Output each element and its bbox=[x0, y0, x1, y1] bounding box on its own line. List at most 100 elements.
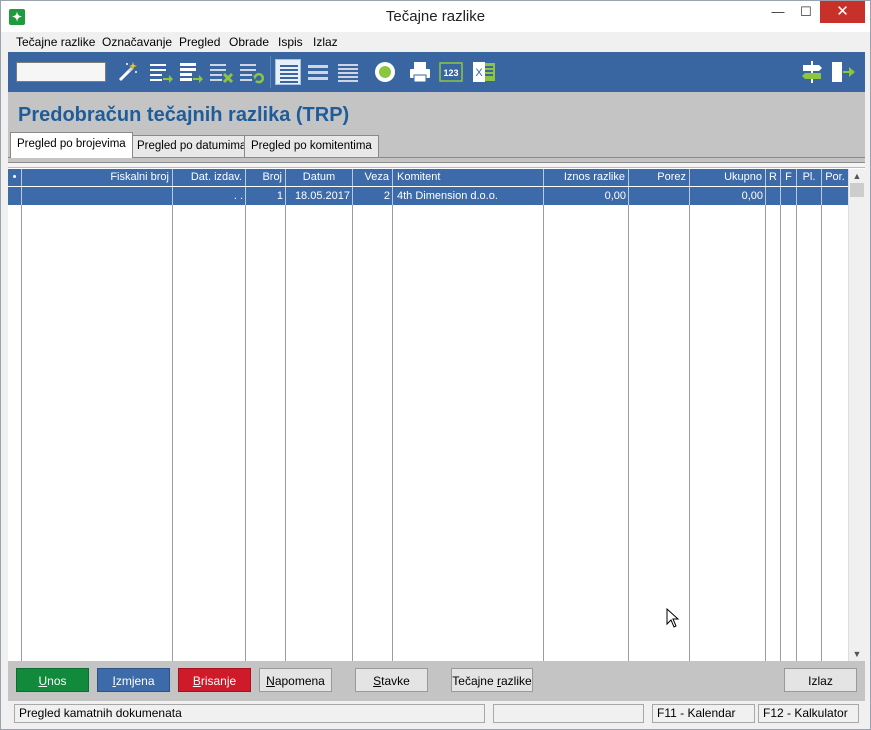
unos-label: nos bbox=[47, 674, 67, 688]
status-message: Pregled kamatnih dokumenata bbox=[14, 704, 485, 723]
tecajne-label-pre: Tečajne bbox=[452, 674, 497, 688]
cell-r bbox=[766, 187, 781, 205]
cell-komitent: 4th Dimension d.o.o. bbox=[393, 187, 544, 205]
data-grid: • Fiskalni broj Dat. izdav. Broj Datum V… bbox=[8, 162, 865, 661]
izlaz-button[interactable]: Izlaz bbox=[784, 668, 857, 692]
menu-ispis[interactable]: Ispis bbox=[278, 35, 303, 49]
table-row[interactable]: . . 1 18.05.2017 2 4th Dimension d.o.o. … bbox=[8, 187, 848, 205]
numbers-123-icon[interactable]: 123 bbox=[438, 59, 464, 85]
grid-header: • Fiskalni broj Dat. izdav. Broj Datum V… bbox=[8, 169, 848, 186]
column-divider bbox=[780, 205, 781, 661]
printer-icon[interactable] bbox=[407, 59, 433, 85]
cell-por bbox=[822, 187, 848, 205]
view-list-selected-icon[interactable] bbox=[275, 59, 301, 85]
unos-hotkey: U bbox=[38, 674, 48, 688]
tab-pregled-po-brojevima[interactable]: Pregled po brojevima bbox=[10, 132, 133, 158]
menu-oznacavanje[interactable]: Označavanje bbox=[102, 35, 172, 49]
view-list-icon[interactable] bbox=[305, 59, 331, 85]
close-button[interactable]: ✕ bbox=[820, 1, 865, 23]
column-header-pl[interactable]: Pl. bbox=[797, 169, 822, 186]
magic-wand-icon[interactable] bbox=[114, 59, 140, 85]
stavke-label: tavke bbox=[381, 674, 410, 688]
column-header-dat-izdav[interactable]: Dat. izdav. bbox=[173, 169, 246, 186]
column-header-komitent[interactable]: Komitent bbox=[393, 169, 544, 186]
cell-iznos-razlike: 0,00 bbox=[544, 187, 629, 205]
izmjena-button[interactable]: Izmjena bbox=[97, 668, 170, 692]
column-header-marker[interactable]: • bbox=[8, 169, 22, 186]
scrollbar-thumb[interactable] bbox=[850, 183, 864, 197]
menu-izlaz[interactable]: Izlaz bbox=[313, 35, 338, 49]
content-header: Predobračun tečajnih razlika (TRP) Pregl… bbox=[8, 92, 865, 162]
signpost-icon[interactable] bbox=[799, 59, 825, 85]
column-header-veza[interactable]: Veza bbox=[353, 169, 393, 186]
column-divider bbox=[172, 205, 173, 661]
list-add-icon[interactable] bbox=[148, 59, 174, 85]
tab-pregled-po-komitentima[interactable]: Pregled po komitentima bbox=[244, 135, 379, 157]
column-header-porez[interactable]: Porez bbox=[629, 169, 690, 186]
search-input[interactable] bbox=[16, 62, 106, 82]
menu-pregled[interactable]: Pregled bbox=[179, 35, 220, 49]
column-header-f[interactable]: F bbox=[781, 169, 797, 186]
exit-door-icon[interactable] bbox=[830, 59, 856, 85]
column-header-ukupno[interactable]: Ukupno bbox=[690, 169, 766, 186]
status-f12-kalkulator[interactable]: F12 - Kalkulator bbox=[758, 704, 859, 723]
column-header-r[interactable]: R bbox=[766, 169, 781, 186]
list-delete-icon[interactable] bbox=[208, 59, 234, 85]
column-divider bbox=[543, 205, 544, 661]
grid-top-strip bbox=[8, 163, 865, 168]
toolbar-separator bbox=[270, 56, 271, 88]
record-circle-icon[interactable] bbox=[372, 59, 398, 85]
stavke-button[interactable]: Stavke bbox=[355, 668, 428, 692]
napomena-button[interactable]: Napomena bbox=[259, 668, 332, 692]
cell-porez bbox=[629, 187, 690, 205]
button-bar: Unos Izmjena Brisanje Napomena Stavke Te… bbox=[8, 661, 865, 701]
toolbar: 123 X bbox=[8, 52, 865, 92]
cell-datum: 18.05.2017 bbox=[286, 187, 353, 205]
column-divider bbox=[689, 205, 690, 661]
column-divider bbox=[796, 205, 797, 661]
cell-pl bbox=[797, 187, 822, 205]
cell-ukupno: 0,00 bbox=[690, 187, 766, 205]
column-divider bbox=[245, 205, 246, 661]
menu-bar: Tečajne razlike Označavanje Pregled Obra… bbox=[8, 32, 865, 52]
brisanje-button[interactable]: Brisanje bbox=[178, 668, 251, 692]
brisanje-hotkey: B bbox=[192, 674, 201, 688]
napomena-label: apomena bbox=[274, 674, 325, 688]
list-refresh-icon[interactable] bbox=[238, 59, 264, 85]
column-divider bbox=[821, 205, 822, 661]
excel-label: X bbox=[475, 67, 483, 79]
list-add-bold-icon[interactable] bbox=[178, 59, 204, 85]
scroll-down-icon[interactable]: ▼ bbox=[849, 647, 865, 661]
column-header-fiskalni-broj[interactable]: Fiskalni broj bbox=[22, 169, 173, 186]
minimize-button[interactable]: — bbox=[765, 1, 791, 23]
izmjena-label: zmjena bbox=[115, 674, 155, 688]
window-title: Tečajne razlike bbox=[385, 8, 486, 25]
column-header-broj[interactable]: Broj bbox=[246, 169, 286, 186]
excel-icon[interactable]: X bbox=[471, 59, 497, 85]
tab-baseline bbox=[8, 157, 865, 158]
brisanje-label: risanje bbox=[200, 674, 237, 688]
view-list-dense-icon[interactable] bbox=[335, 59, 361, 85]
mouse-cursor-icon bbox=[666, 608, 680, 628]
column-divider bbox=[628, 205, 629, 661]
menu-tecajne-razlike[interactable]: Tečajne razlike bbox=[16, 35, 95, 49]
tecajne-razlike-button[interactable]: Tečajne razlike bbox=[451, 668, 533, 692]
vertical-scrollbar[interactable]: ▲ ▼ bbox=[848, 169, 865, 661]
status-bar: Pregled kamatnih dokumenata F11 - Kalend… bbox=[8, 701, 865, 725]
title-bar: ✦ Tečajne razlike — ☐ ✕ bbox=[1, 1, 870, 32]
menu-obrade[interactable]: Obrade bbox=[229, 35, 269, 49]
tab-pregled-po-datumima[interactable]: Pregled po datumima bbox=[130, 135, 254, 157]
unos-button[interactable]: Unos bbox=[16, 668, 89, 692]
column-header-iznos-razlike[interactable]: Iznos razlike bbox=[544, 169, 629, 186]
napomena-hotkey: N bbox=[266, 674, 275, 688]
status-panel-empty bbox=[493, 704, 644, 723]
maximize-button[interactable]: ☐ bbox=[793, 1, 819, 23]
scroll-up-icon[interactable]: ▲ bbox=[849, 169, 865, 183]
cell-f bbox=[781, 187, 797, 205]
status-f11-kalendar[interactable]: F11 - Kalendar bbox=[652, 704, 755, 723]
column-header-por[interactable]: Por. bbox=[822, 169, 848, 186]
page-title: Predobračun tečajnih razlika (TRP) bbox=[18, 104, 350, 126]
numbers-123-label: 123 bbox=[443, 68, 458, 78]
column-header-datum[interactable]: Datum bbox=[286, 169, 353, 186]
column-divider bbox=[352, 205, 353, 661]
